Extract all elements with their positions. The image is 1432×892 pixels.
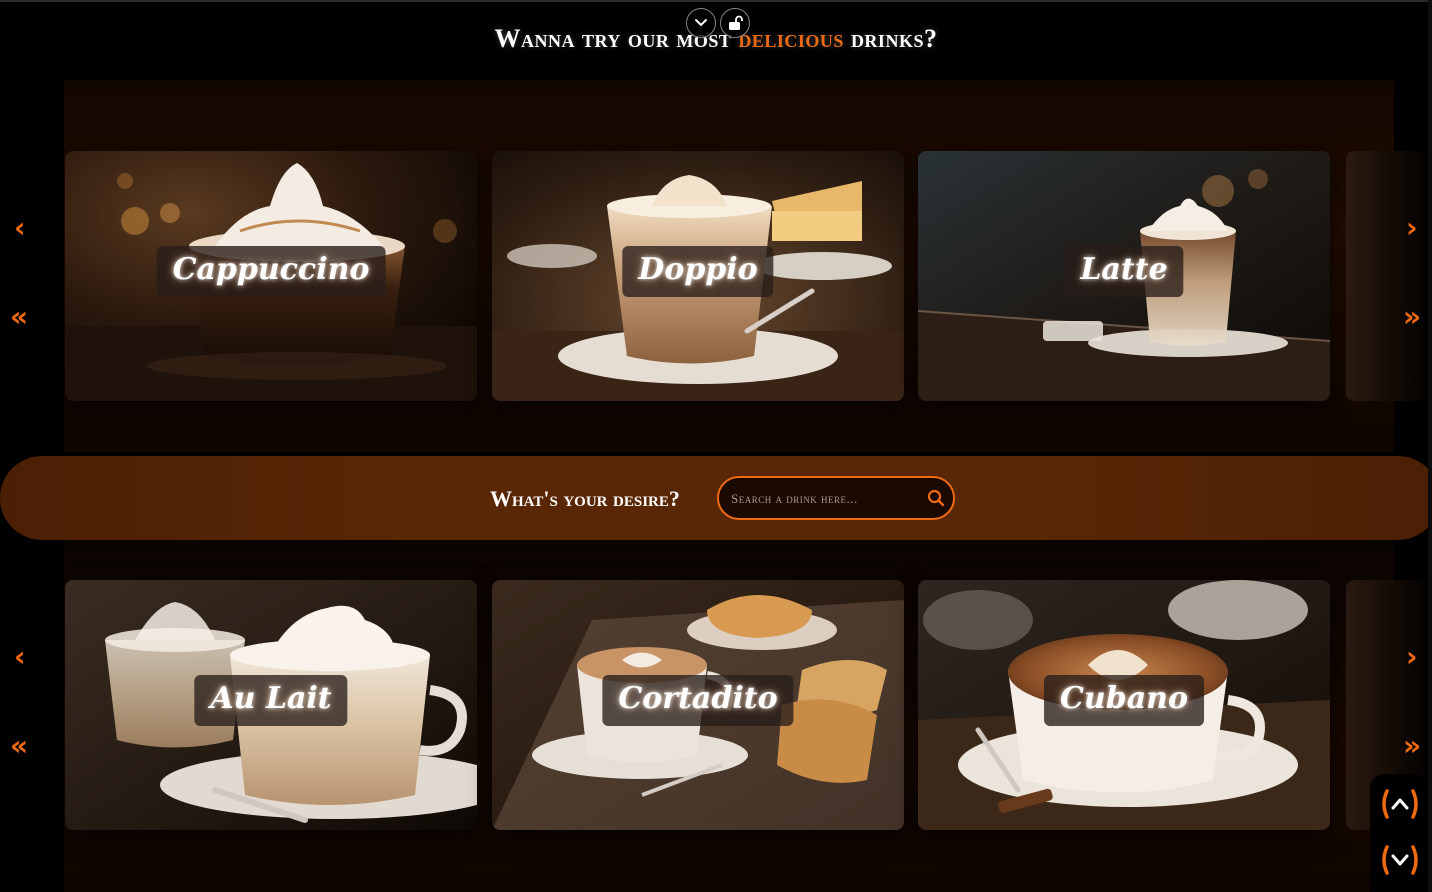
search-box [717, 476, 955, 520]
top-carousel-next-button[interactable]: › [1406, 214, 1418, 242]
title-part-2: drinks? [843, 24, 938, 53]
window-edge [1428, 0, 1432, 892]
prev-arrow: ‹ [14, 640, 26, 673]
last-arrow: » [1403, 729, 1422, 762]
bottom-carousel-last-button[interactable]: » [1403, 732, 1421, 760]
carousel-fade-left [0, 580, 64, 830]
drink-name-label: Au Lait [194, 675, 348, 726]
next-arrow: › [1406, 211, 1418, 244]
top-border [0, 0, 1432, 2]
first-arrow: « [10, 300, 29, 333]
drink-name-label: Doppio [622, 246, 774, 297]
next-arrow: › [1406, 640, 1418, 673]
scroll-up-button[interactable] [1379, 788, 1421, 820]
bottom-carousel-prev-button[interactable]: ‹ [14, 643, 26, 671]
unlock-icon [729, 15, 743, 30]
prev-arrow: ‹ [14, 211, 26, 244]
top-controls [686, 8, 750, 38]
drink-card-cubano[interactable]: Cubano [918, 580, 1330, 830]
scroll-up-icon [1382, 789, 1418, 819]
drink-name-label: Cubano [1044, 675, 1204, 726]
chevron-down-icon [695, 19, 707, 27]
drink-card-doppio[interactable]: Doppio [492, 151, 904, 401]
search-section [0, 456, 1432, 540]
next-card-peek [1346, 151, 1432, 401]
drink-name-label: Latte [1064, 246, 1184, 297]
bottom-carousel: Au Lait Cortadito Cubano [0, 580, 1432, 830]
bottom-carousel-next-button[interactable]: › [1406, 643, 1418, 671]
carousel-fade-left [0, 151, 64, 401]
search-label: What's your desire? [490, 486, 680, 511]
search-input[interactable] [729, 486, 923, 512]
last-arrow: » [1403, 300, 1422, 333]
top-carousel: Cappuccino Doppio Latte [0, 151, 1432, 401]
top-carousel-prev-button[interactable]: ‹ [14, 214, 26, 242]
title-accent-word: delicious [738, 24, 844, 53]
top-carousel-last-button[interactable]: » [1403, 303, 1421, 331]
scroll-down-button[interactable] [1379, 844, 1421, 876]
drink-card-au-lait[interactable]: Au Lait [65, 580, 477, 830]
drink-card-latte[interactable]: Latte [918, 151, 1330, 401]
scroll-down-icon [1382, 845, 1418, 875]
top-carousel-first-button[interactable]: « [10, 303, 28, 331]
drink-name-label: Cortadito [602, 675, 794, 726]
drink-name-label: Cappuccino [156, 246, 386, 297]
drink-card-cappuccino[interactable]: Cappuccino [65, 151, 477, 401]
collapse-button[interactable] [686, 8, 716, 38]
drink-card-cortadito[interactable]: Cortadito [492, 580, 904, 830]
first-arrow: « [10, 729, 29, 762]
bottom-carousel-first-button[interactable]: « [10, 732, 28, 760]
lock-toggle-button[interactable] [720, 8, 750, 38]
search-icon[interactable] [927, 489, 945, 507]
